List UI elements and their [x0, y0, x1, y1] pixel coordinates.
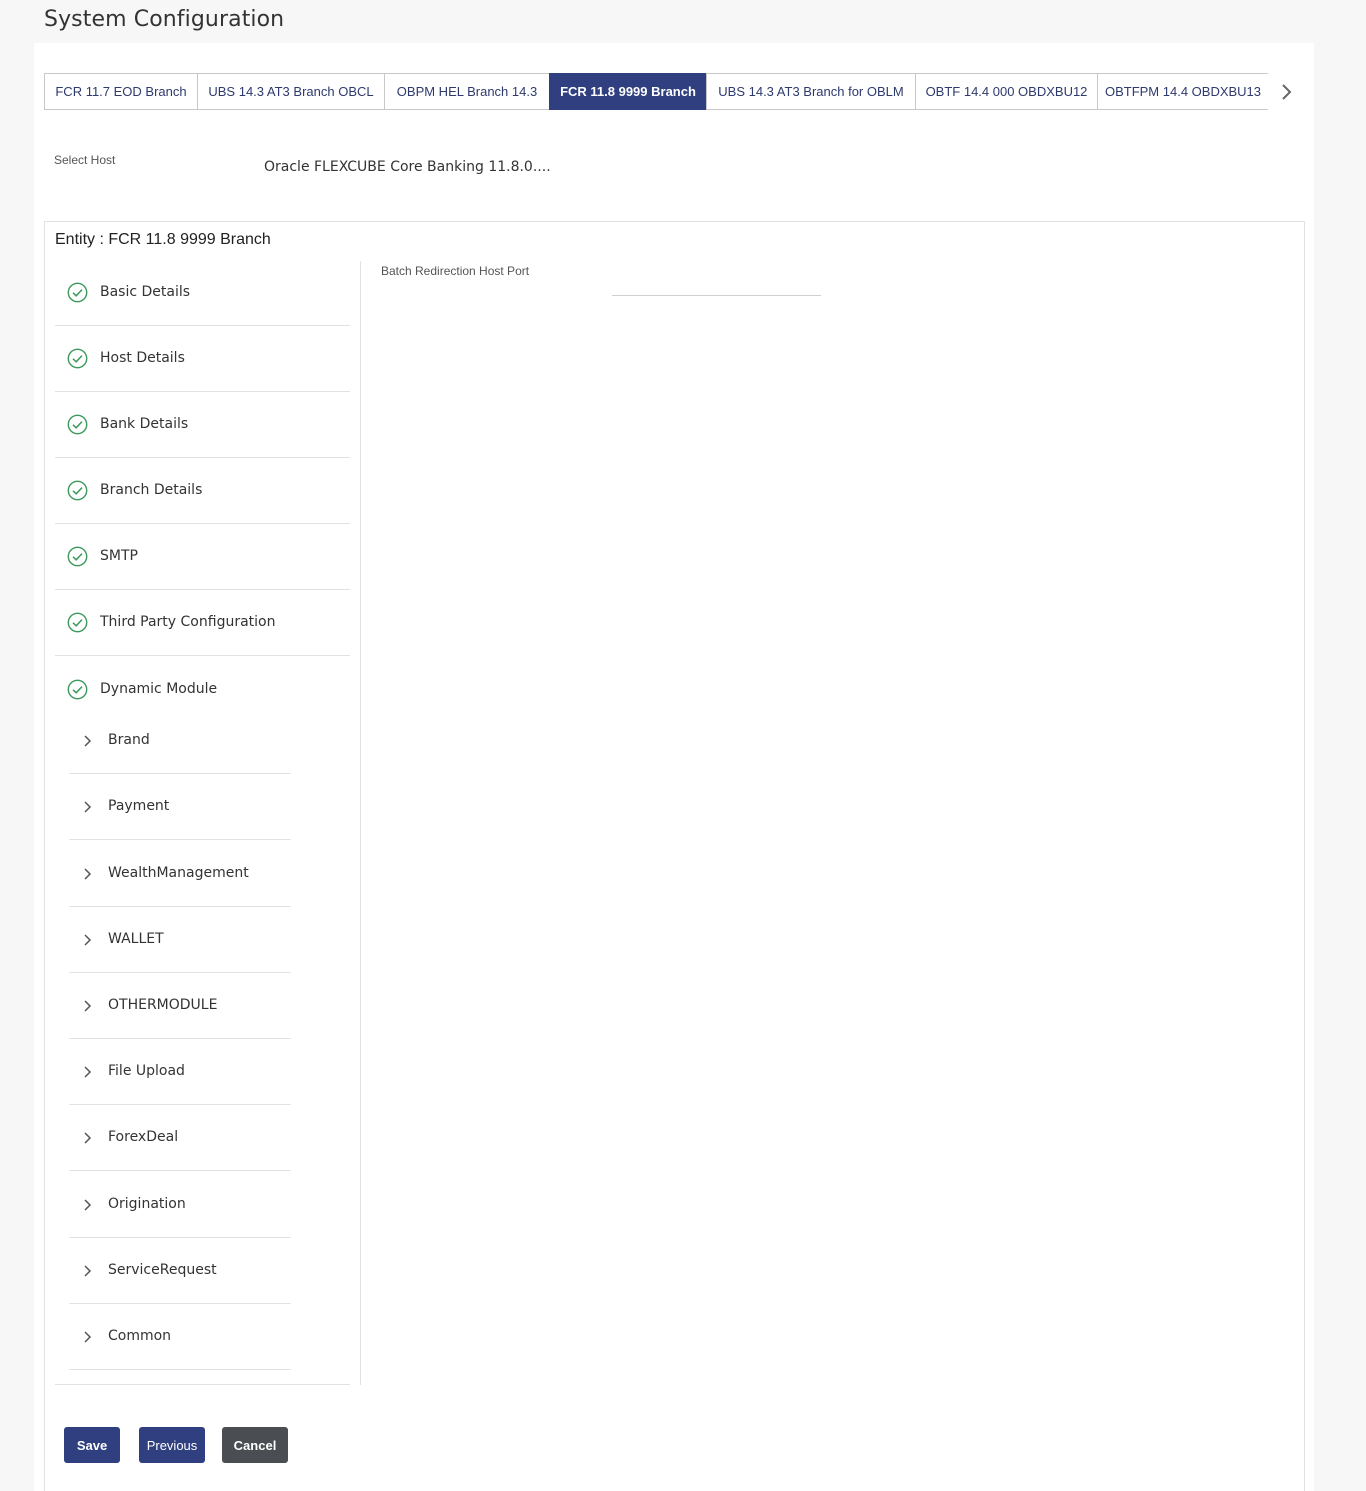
tab-fcr-11-7-eod-branch[interactable]: FCR 11.7 EOD Branch: [44, 73, 198, 110]
page-title: System Configuration: [44, 7, 285, 32]
chevron-right-icon: [83, 734, 93, 748]
module-label: Brand: [108, 732, 150, 748]
tab-ubs-14-3-at3-branch-for-oblm[interactable]: UBS 14.3 AT3 Branch for OBLM: [706, 73, 916, 110]
module-label: WealthManagement: [108, 865, 249, 881]
tab-obpm-hel-branch-14-3[interactable]: OBPM HEL Branch 14.3: [384, 73, 550, 110]
module-item-wallet[interactable]: WALLET: [69, 907, 291, 973]
module-item-brand[interactable]: Brand: [69, 708, 291, 774]
check-circle-icon: [67, 546, 88, 567]
chevron-right-icon[interactable]: [1279, 82, 1295, 102]
step-label: Host Details: [100, 350, 185, 366]
steps-bottom-divider: [55, 1384, 350, 1385]
step-label: SMTP: [100, 548, 138, 564]
module-item-payment[interactable]: Payment: [69, 774, 291, 840]
check-circle-icon: [67, 612, 88, 633]
step-third-party-configuration[interactable]: Third Party Configuration: [55, 590, 350, 656]
check-circle-icon: [67, 414, 88, 435]
entity-title: Entity : FCR 11.8 9999 Branch: [55, 231, 271, 248]
check-circle-icon: [67, 282, 88, 303]
module-label: File Upload: [108, 1063, 185, 1079]
tab-fcr-11-8-9999-branch[interactable]: FCR 11.8 9999 Branch: [549, 73, 707, 110]
module-label: Origination: [108, 1196, 186, 1212]
module-item-origination[interactable]: Origination: [69, 1172, 291, 1238]
previous-button[interactable]: Previous: [139, 1427, 205, 1463]
module-item-othermodule[interactable]: OTHERMODULE: [69, 973, 291, 1039]
cancel-button[interactable]: Cancel: [222, 1427, 288, 1463]
check-circle-icon: [67, 480, 88, 501]
step-smtp[interactable]: SMTP: [55, 524, 350, 590]
module-label: ServiceRequest: [108, 1262, 217, 1278]
step-bank-details[interactable]: Bank Details: [55, 392, 350, 458]
section-divider: [360, 261, 361, 1385]
tab-obtf-14-4-000-obdxbu12[interactable]: OBTF 14.4 000 OBDXBU12: [915, 73, 1098, 110]
step-label: Basic Details: [100, 284, 191, 300]
chevron-right-icon: [83, 1131, 93, 1145]
module-item-common[interactable]: Common: [69, 1304, 291, 1370]
module-item-file-upload[interactable]: File Upload: [69, 1039, 291, 1105]
batch-redirection-host-port-label: Batch Redirection Host Port: [381, 264, 530, 278]
step-basic-details[interactable]: Basic Details: [55, 260, 350, 326]
chevron-right-icon: [83, 1198, 93, 1212]
batch-redirection-host-port-input[interactable]: [612, 276, 821, 296]
chevron-right-icon: [83, 800, 93, 814]
module-label: Payment: [108, 798, 170, 814]
tab-obtfpm-14-4-obdxbu13[interactable]: OBTFPM 14.4 OBDXBU13: [1097, 73, 1268, 110]
check-circle-icon: [67, 348, 88, 369]
chevron-right-icon: [83, 1264, 93, 1278]
step-label: Third Party Configuration: [100, 614, 276, 630]
entity-tabs: FCR 11.7 EOD Branch UBS 14.3 AT3 Branch …: [44, 73, 1268, 110]
chevron-right-icon: [83, 1065, 93, 1079]
save-button[interactable]: Save: [64, 1427, 120, 1463]
select-host-label: Select Host: [54, 153, 116, 167]
step-branch-details[interactable]: Branch Details: [55, 458, 350, 524]
module-item-forexdeal[interactable]: ForexDeal: [69, 1105, 291, 1171]
step-label: Dynamic Module: [100, 681, 218, 697]
module-item-wealthmanagement[interactable]: WealthManagement: [69, 841, 291, 907]
module-label: Common: [108, 1328, 172, 1344]
module-label: ForexDeal: [108, 1129, 179, 1145]
step-host-details[interactable]: Host Details: [55, 326, 350, 392]
chevron-right-icon: [83, 999, 93, 1013]
step-label: Branch Details: [100, 482, 203, 498]
page-scroll-area: [1350, 0, 1366, 1491]
step-label: Bank Details: [100, 416, 189, 432]
tab-ubs-14-3-at3-branch-obcl[interactable]: UBS 14.3 AT3 Branch OBCL: [197, 73, 385, 110]
chevron-right-icon: [83, 933, 93, 947]
module-label: OTHERMODULE: [108, 997, 218, 1013]
chevron-right-icon: [83, 1330, 93, 1344]
module-item-servicerequest[interactable]: ServiceRequest: [69, 1238, 291, 1304]
module-label: WALLET: [108, 931, 164, 947]
select-host-value: Oracle FLEXCUBE Core Banking 11.8.0....: [264, 159, 551, 175]
chevron-right-icon: [83, 867, 93, 881]
check-circle-icon: [67, 679, 88, 700]
